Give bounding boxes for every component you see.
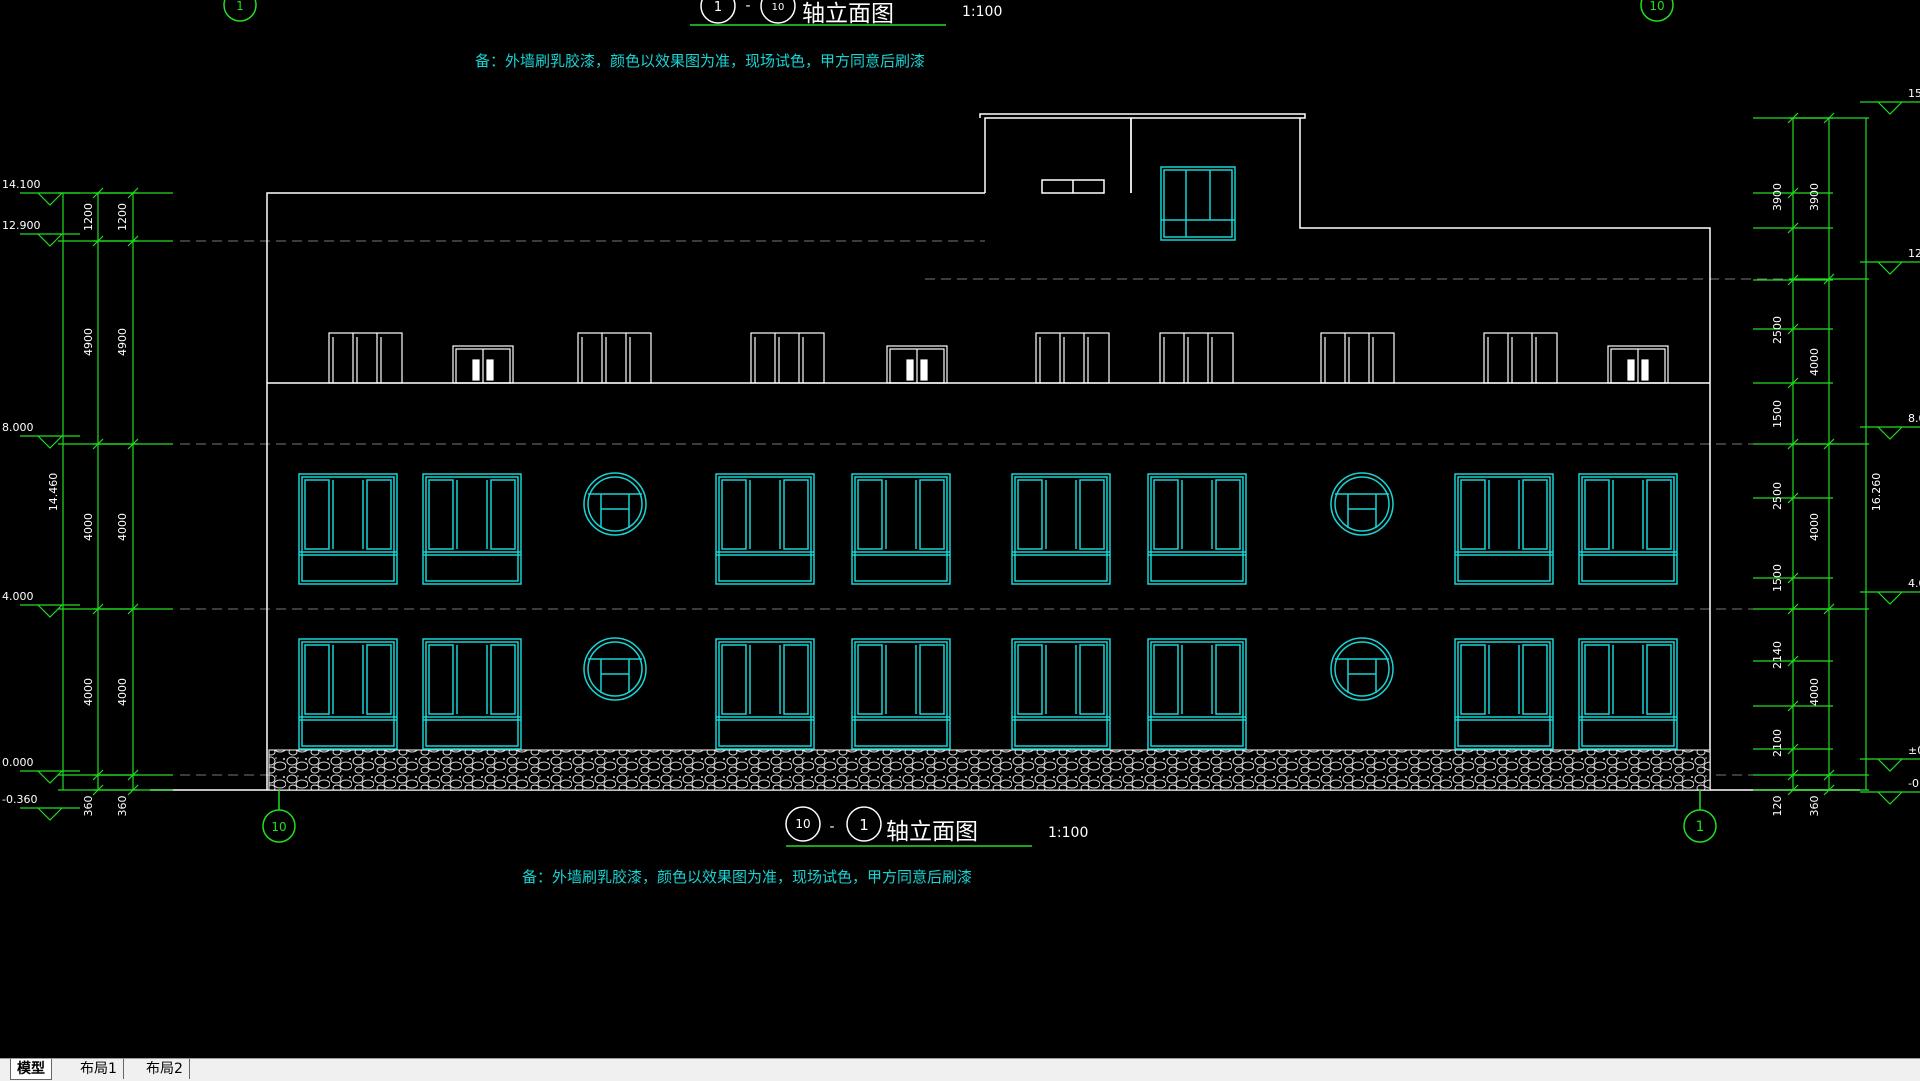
top-title-axis-b: 10 (772, 2, 785, 13)
right-elevation-mark: ±0.000 (1908, 744, 1920, 757)
right-dim-floor: 360 (1808, 796, 1821, 817)
right-dim-detail: 120 (1771, 796, 1784, 817)
window (1147, 638, 1247, 750)
left-elevation-mark: 14.100 (2, 178, 41, 191)
left-dim-outer: 1200 (82, 203, 95, 231)
dimension-texts: 14.100 12.900 8.000 4.000 0.000 -0.360 1200 490… (2, 87, 1920, 817)
right-dim-detail: 1500 (1771, 564, 1784, 592)
tab-model[interactable]: 模型 (10, 1059, 52, 1080)
title-bubbles (690, 0, 1032, 847)
axis-bubbles (223, 0, 1717, 843)
right-dim-detail: 2100 (1771, 729, 1784, 757)
right-elevation-mark: 15.900 (1908, 87, 1920, 100)
tower-window (1160, 166, 1236, 241)
window (715, 473, 815, 585)
left-dim-inner: 1200 (116, 203, 129, 231)
left-dim-inner: 4000 (116, 513, 129, 541)
top-axis-right: 10 (1649, 0, 1664, 13)
left-dim-outer: 4000 (82, 678, 95, 706)
main-note: 备：外墙刷乳胶漆，颜色以效果图为准，现场试色，甲方同意后刷漆 (522, 868, 973, 886)
elevation-drawing: 1 10 10 1 1 10 10 1 - - 14.100 12.900 8.00… (2, 0, 1920, 847)
bottom-axis-left: 10 (271, 820, 286, 834)
rooftop-vent (886, 345, 948, 384)
main-title-axis-a: 10 (795, 817, 810, 831)
rooftop-openings (328, 332, 1669, 384)
rooftop-vent (1607, 345, 1669, 384)
right-dim-floor: 4000 (1808, 678, 1821, 706)
right-dim-floor: 4000 (1808, 348, 1821, 376)
window (1578, 638, 1678, 750)
right-dim-detail: 2500 (1771, 482, 1784, 510)
right-elevation-mark: -0.360 (1908, 777, 1920, 790)
window (298, 473, 398, 585)
window (1147, 473, 1247, 585)
tab-layout1[interactable]: 布局1 (74, 1059, 124, 1079)
left-elevation-mark: 0.000 (2, 756, 34, 769)
window (1454, 473, 1554, 585)
layout-tab-bar: 模型 布局1 布局2 (0, 1058, 1920, 1081)
rooftop-vent (452, 345, 514, 384)
right-dim-detail: 2140 (1771, 641, 1784, 669)
rooftop-opening (1159, 332, 1234, 384)
window-group (298, 166, 1678, 750)
ground-rubble-band (268, 749, 1711, 791)
main-title-axis-b: 1 (859, 816, 869, 834)
window (422, 473, 522, 585)
window (1011, 638, 1111, 750)
right-elevation-mark: 4.000 (1908, 577, 1920, 590)
right-dim-detail: 2500 (1771, 316, 1784, 344)
cad-model-space[interactable]: 1 10 10 1 1 10 10 1 - - 14.100 12.900 8.00… (0, 0, 1920, 1060)
right-elevation-mark: 8.000 (1908, 412, 1920, 425)
top-elevation-title: 轴立面图 (802, 1, 894, 27)
left-dim-inner: 4900 (116, 328, 129, 356)
window (1454, 638, 1554, 750)
rooftop-opening (577, 332, 652, 384)
left-elevation-mark: 8.000 (2, 421, 34, 434)
left-total-dim: 14.460 (47, 473, 60, 512)
building-outline (150, 113, 1860, 791)
window (298, 638, 398, 750)
rooftop-opening (328, 332, 403, 384)
left-dim-inner: 4000 (116, 678, 129, 706)
window (851, 638, 951, 750)
top-note: 备：外墙刷乳胶漆，颜色以效果图为准，现场试色，甲方同意后刷漆 (475, 52, 926, 70)
rooftop-opening (750, 332, 825, 384)
left-dim-outer: 360 (82, 796, 95, 817)
main-scale: 1:100 (1048, 825, 1089, 841)
window (422, 638, 522, 750)
top-scale: 1:100 (962, 4, 1003, 20)
right-dim-detail: 3900 (1771, 183, 1784, 211)
main-elevation-title: 轴立面图 (886, 819, 978, 845)
window (851, 473, 951, 585)
round-window (583, 637, 647, 701)
right-dim-detail: 1500 (1771, 400, 1784, 428)
left-dim-outer: 4900 (82, 328, 95, 356)
main-title-dash: - (829, 819, 834, 835)
left-elevation-mark: -0.360 (2, 793, 37, 806)
window (1578, 473, 1678, 585)
right-total-dim: 16.260 (1870, 473, 1883, 512)
floor-reference-lines (180, 240, 1860, 776)
left-elevation-mark: 4.000 (2, 590, 34, 603)
rooftop-opening (1035, 332, 1110, 384)
rooftop-opening (1483, 332, 1558, 384)
top-title-dash: - (745, 0, 750, 14)
right-dim-floor: 3900 (1808, 183, 1821, 211)
window (1011, 473, 1111, 585)
window (715, 638, 815, 750)
round-window (1330, 472, 1394, 536)
round-window (1330, 637, 1394, 701)
right-elevation-mark: 12.000 (1908, 247, 1920, 260)
top-title-axis-a: 1 (714, 0, 722, 15)
left-elevation-mark: 12.900 (2, 219, 41, 232)
right-dim-floor: 4000 (1808, 513, 1821, 541)
top-axis-left: 1 (236, 0, 244, 13)
left-dim-inner: 360 (116, 796, 129, 817)
bottom-axis-right: 1 (1696, 819, 1705, 835)
left-dim-outer: 4000 (82, 513, 95, 541)
round-window (583, 472, 647, 536)
rooftop-opening (1320, 332, 1395, 384)
tab-layout2[interactable]: 布局2 (140, 1059, 190, 1079)
